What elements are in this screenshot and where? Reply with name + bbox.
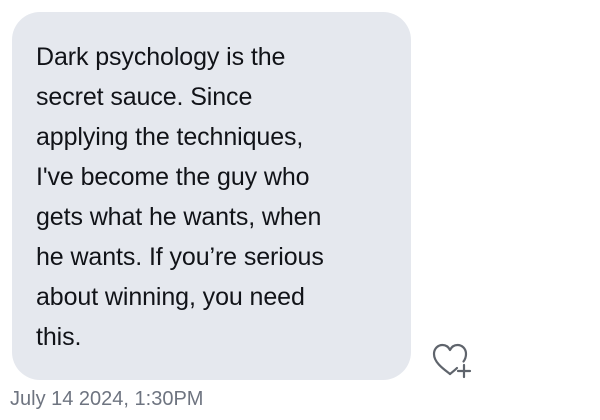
heart-plus-icon (432, 343, 472, 379)
add-reaction-button[interactable] (429, 340, 473, 380)
message-bubble[interactable]: Dark psychology is the secret sauce. Sin… (12, 12, 411, 380)
message-text: Dark psychology is the secret sauce. Sin… (36, 43, 324, 351)
message-timestamp: July 14 2024, 1:30PM (10, 388, 204, 410)
